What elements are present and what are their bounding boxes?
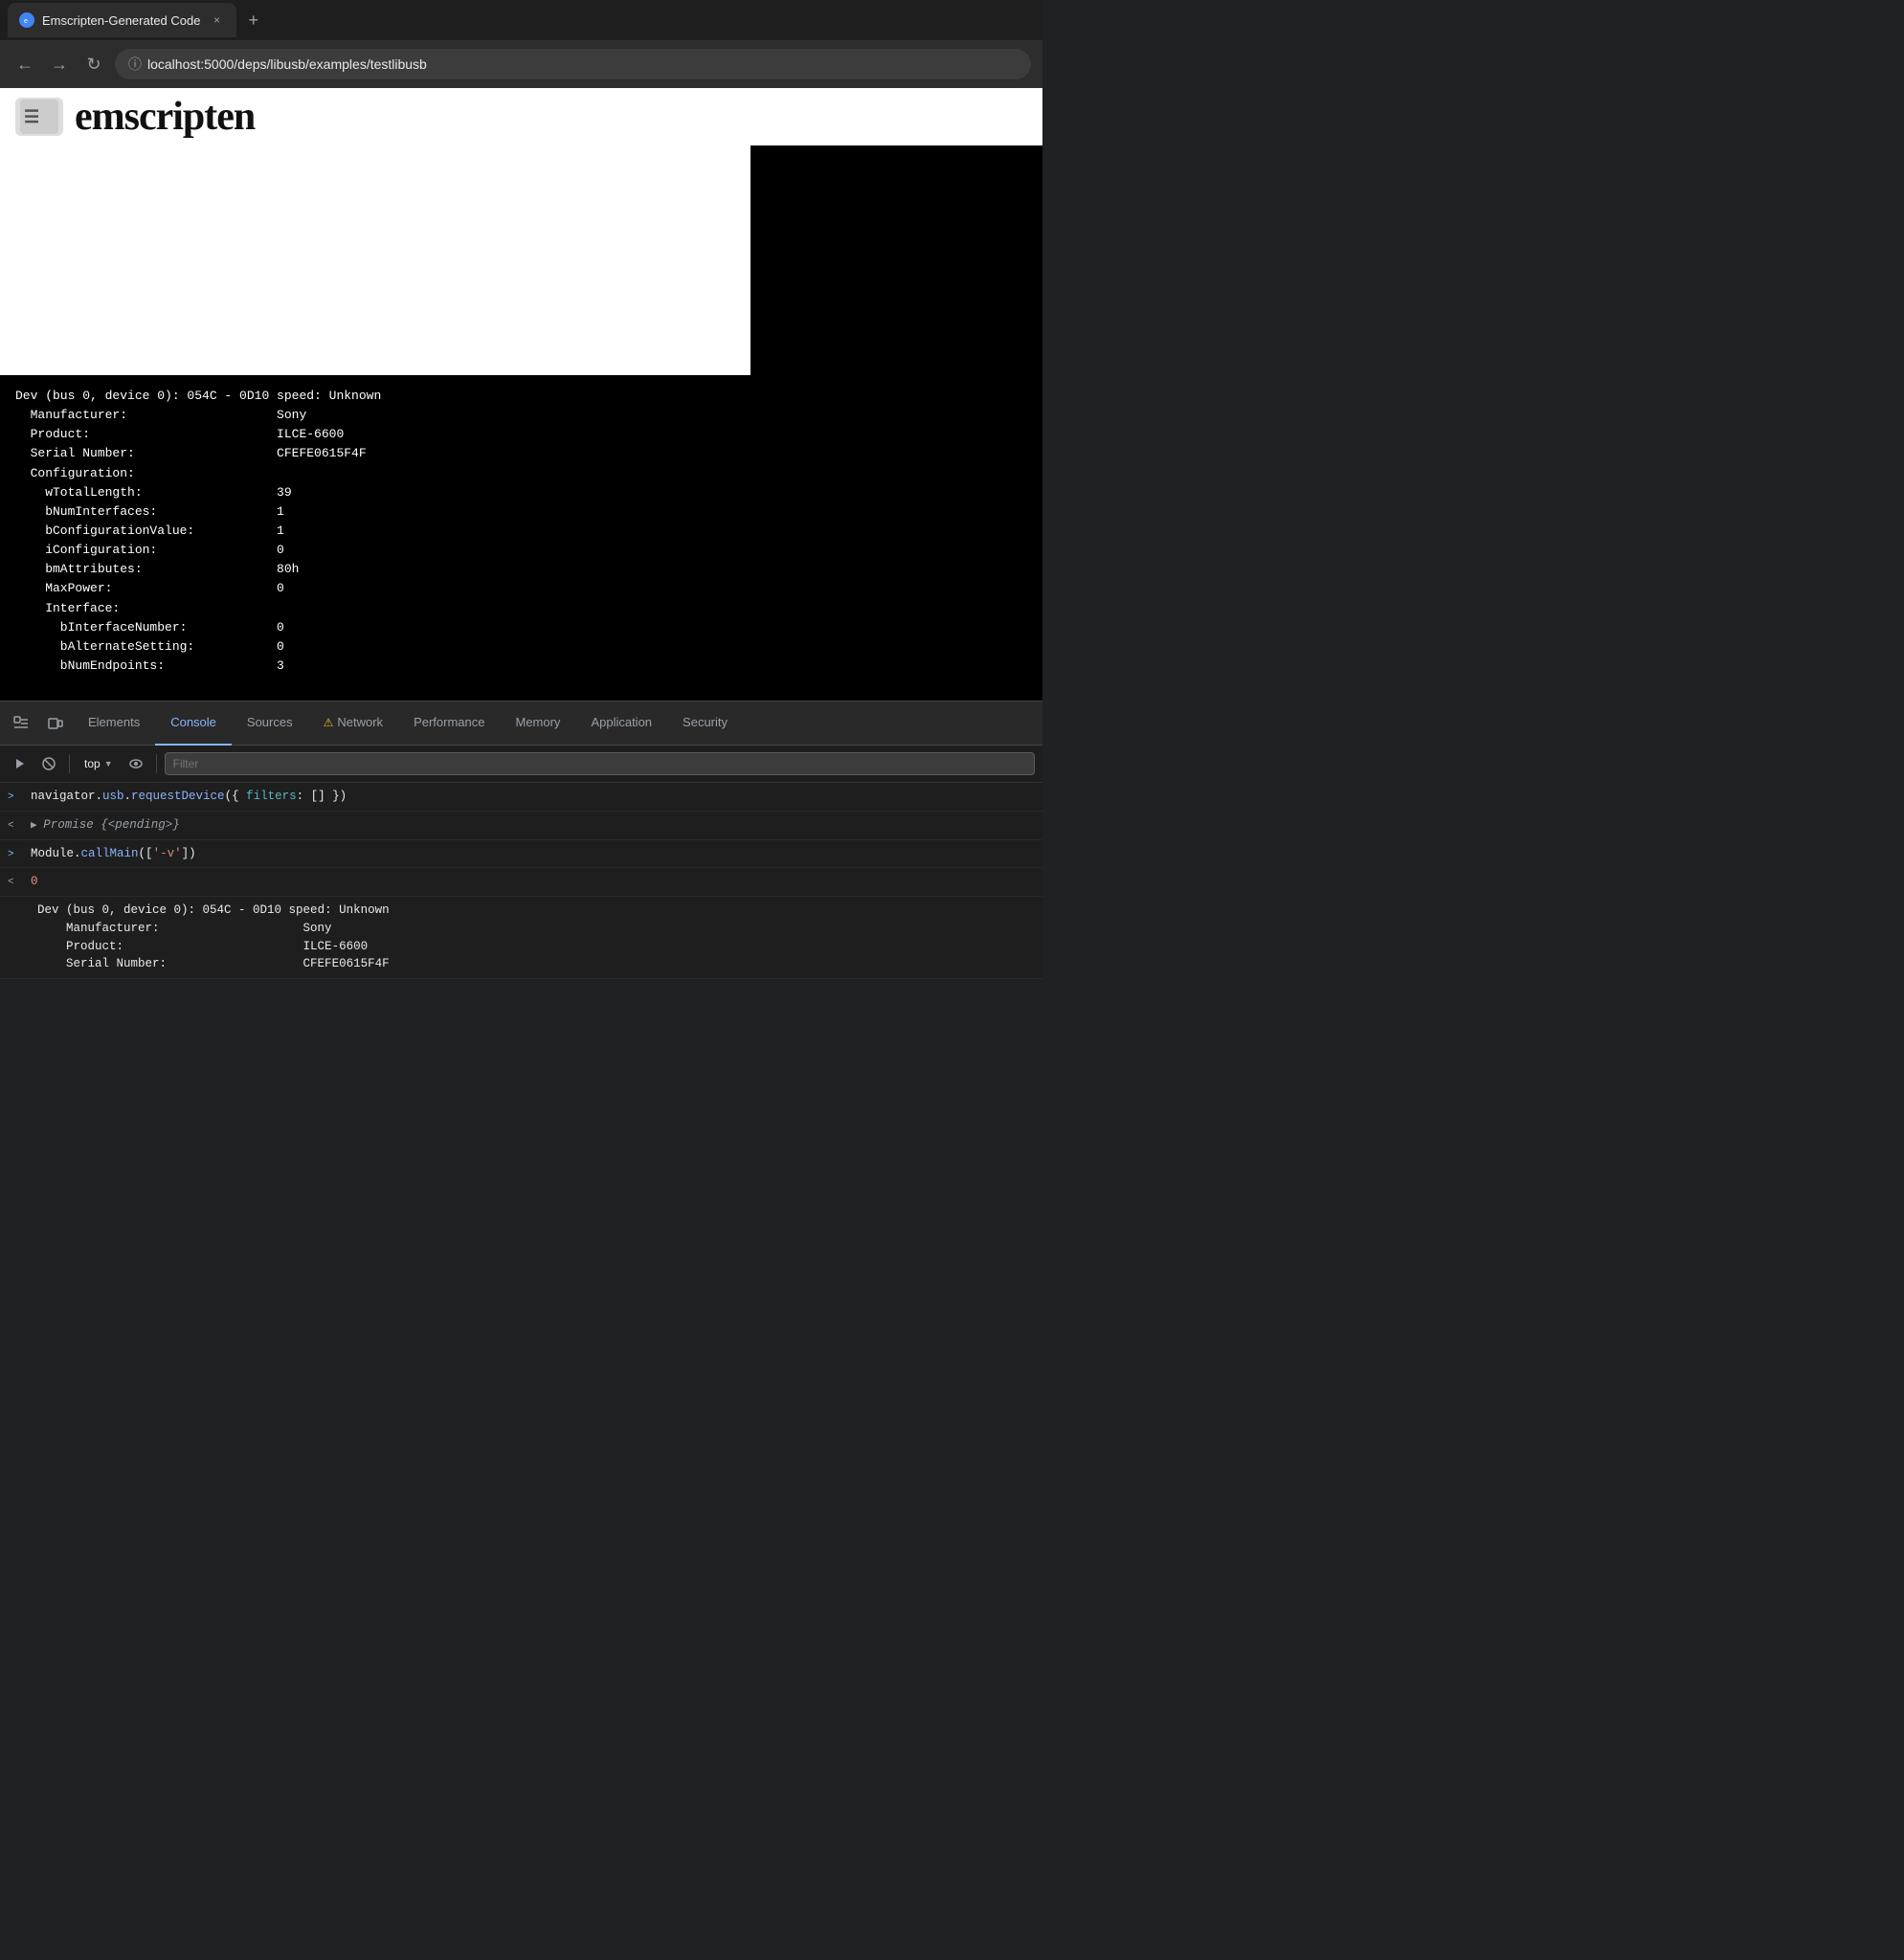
tab-title: Emscripten-Generated Code — [42, 13, 200, 28]
console-output-area: > navigator.usb.requestDevice({ filters:… — [0, 783, 1042, 979]
device-toolbar-button[interactable] — [40, 708, 71, 739]
tab-favicon: e — [19, 12, 34, 28]
console-device-line-2: Manufacturer: Sony — [8, 920, 332, 938]
forward-button[interactable]: → — [46, 51, 73, 78]
inspect-element-button[interactable] — [6, 708, 36, 739]
page-area — [0, 145, 1042, 375]
run-script-button[interactable] — [8, 751, 33, 776]
address-bar-row: ← → ↻ ⓘ localhost:5000/deps/libusb/examp… — [0, 40, 1042, 88]
console-input-line-1: > navigator.usb.requestDevice({ filters:… — [0, 783, 1042, 812]
tab-sources[interactable]: Sources — [232, 702, 308, 746]
svg-text:e: e — [24, 18, 28, 25]
tab-network[interactable]: ⚠ Network — [308, 702, 398, 746]
svg-text:☰: ☰ — [24, 107, 39, 126]
console-output-line-2: < 0 — [0, 868, 1042, 897]
tab-performance[interactable]: Performance — [398, 702, 500, 746]
return-value: 0 — [31, 873, 38, 891]
console-promise: ▶ Promise {<pending>} — [31, 816, 180, 835]
console-device-line-1: Dev (bus 0, device 0): 054C - 0D10 speed… — [8, 902, 390, 920]
page-black-area — [750, 145, 1042, 375]
context-selector[interactable]: top ▼ — [78, 754, 120, 773]
toolbar-separator-2 — [156, 754, 157, 773]
url-text: localhost:5000/deps/libusb/examples/test… — [147, 56, 427, 72]
tab-security[interactable]: Security — [667, 702, 743, 746]
toolbar-separator-1 — [69, 754, 70, 773]
tab-memory[interactable]: Memory — [500, 702, 575, 746]
back-button[interactable]: ← — [11, 51, 38, 78]
console-toolbar: top ▼ — [0, 745, 1042, 783]
tab-console[interactable]: Console — [155, 702, 232, 746]
devtools-panel: Elements Console Sources ⚠ Network Perfo… — [0, 701, 1042, 979]
output-arrow-2: < — [8, 875, 27, 891]
browser-chrome: e Emscripten-Generated Code × + ← → ↻ ⓘ … — [0, 0, 1042, 88]
console-output-line-1: < ▶ Promise {<pending>} — [0, 812, 1042, 840]
reload-button[interactable]: ↻ — [80, 51, 107, 78]
emscripten-logo: ☰ — [15, 98, 63, 136]
tab-close-button[interactable]: × — [208, 11, 225, 29]
console-input-line-2: > Module.callMain(['-v']) — [0, 840, 1042, 869]
address-bar[interactable]: ⓘ localhost:5000/deps/libusb/examples/te… — [115, 49, 1031, 79]
tab-application[interactable]: Application — [575, 702, 667, 746]
console-device-line-3: Product: ILCE-6600 — [8, 938, 368, 956]
console-code-2: Module.callMain(['-v']) — [31, 845, 196, 863]
output-arrow-1: < — [8, 818, 27, 835]
console-device-info: Dev (bus 0, device 0): 054C - 0D10 speed… — [0, 897, 1042, 979]
input-arrow-1: > — [8, 790, 27, 806]
console-device-line-4: Serial Number: CFEFE0615F4F — [8, 955, 390, 973]
stop-button[interactable] — [36, 751, 61, 776]
tab-bar: e Emscripten-Generated Code × + — [0, 0, 1042, 40]
info-icon: ⓘ — [128, 55, 142, 74]
console-code-1: navigator.usb.requestDevice({ filters: [… — [31, 788, 347, 806]
terminal-line-1: Dev (bus 0, device 0): 054C - 0D10 speed… — [15, 389, 381, 673]
emscripten-title: emscripten — [75, 94, 255, 140]
active-tab[interactable]: e Emscripten-Generated Code × — [8, 3, 236, 37]
eye-button[interactable] — [123, 751, 148, 776]
dropdown-arrow-icon: ▼ — [104, 759, 113, 768]
page-canvas — [0, 145, 750, 375]
filter-input[interactable] — [165, 752, 1035, 775]
top-label: top — [84, 757, 101, 770]
new-tab-button[interactable]: + — [240, 7, 266, 34]
input-arrow-2: > — [8, 847, 27, 863]
tab-elements[interactable]: Elements — [73, 702, 155, 746]
devtools-tab-bar: Elements Console Sources ⚠ Network Perfo… — [0, 701, 1042, 745]
emscripten-header: ☰ emscripten — [0, 88, 1042, 145]
terminal-output: Dev (bus 0, device 0): 054C - 0D10 speed… — [0, 375, 1042, 701]
network-warning-icon: ⚠ — [324, 716, 334, 729]
